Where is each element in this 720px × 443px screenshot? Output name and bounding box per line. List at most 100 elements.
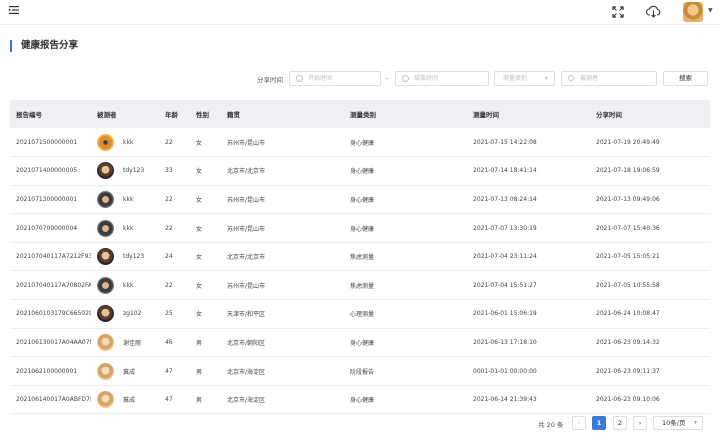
origin-cell: 北京市/海淀区 (221, 356, 344, 386)
cloud-download-icon[interactable] (646, 5, 661, 18)
subject-cell: kkk (91, 270, 159, 301)
age-cell: 46 (159, 328, 190, 358)
subject-cell: tdy123 (91, 156, 159, 186)
page-size-select[interactable]: 10条/页 ▾ (653, 416, 703, 430)
filter-bar: 分享时间 开始时间 - 结束时间 测量类别 ▾ 被测者 搜索 (0, 71, 720, 86)
measured-time-cell: 2021-07-14 18:41:14 (467, 156, 590, 186)
subject-cell: 谢佳丽 (91, 328, 159, 358)
table-row[interactable]: 2021071500000001 kkk 22 女苏州市/昆山市 身心健康 2021-07… (10, 128, 710, 158)
share-time-label: 分享时间 (257, 76, 283, 84)
gender-cell: 女 (190, 299, 221, 329)
gender-cell: 女 (190, 242, 221, 272)
subject-name: 冀成 (123, 397, 136, 405)
subject-info: 谢佳丽 (97, 333, 159, 351)
end-time-placeholder: 结束时间 (414, 75, 439, 82)
range-separator: - (386, 74, 389, 82)
table-row[interactable]: 2021060103179C665029A zg102 25 女天津市/和平区 心理测量… (10, 299, 710, 329)
total-count: 共 20 条 (538, 421, 564, 429)
avatar (97, 391, 114, 409)
measured-time-cell: 2021-07-04 15:51:27 (467, 270, 590, 301)
start-time-input[interactable]: 开始时间 (289, 71, 381, 86)
col-header: 年龄 (159, 100, 190, 128)
col-header: 测量时间 (467, 100, 590, 128)
user-menu[interactable]: ▼ (683, 2, 717, 22)
table-row[interactable]: 2021070700000004 kkk 22 女苏州市/昆山市 身心健康 2021-07… (10, 213, 710, 243)
measure-type-select[interactable]: 测量类别 ▾ (494, 71, 555, 86)
table-row[interactable]: 202106140017A0ABFD75A 冀成 47 男北京市/海淀区 身心健康 202… (10, 385, 710, 415)
origin-cell: 北京市/海淀区 (221, 385, 344, 415)
table-row[interactable]: 202106130017A04AA0790 谢佳丽 46 男北京市/朝阳区 身心健康 20… (10, 328, 710, 358)
table-row[interactable]: 2021071400000005 tdy123 33 女北京市/北京市 身心健康 2021… (10, 156, 710, 186)
age-cell: 33 (159, 156, 190, 186)
report-id-cell: 2021071300000001 (10, 185, 91, 215)
search-button[interactable]: 搜索 (663, 71, 708, 86)
age-cell: 47 (159, 356, 190, 386)
origin-cell: 北京市/朝阳区 (221, 328, 344, 358)
subject-cell: zg102 (91, 299, 159, 329)
subject-info: kkk (97, 276, 159, 294)
col-header: 分享时间 (590, 100, 710, 128)
subject-name: 冀成 (123, 368, 136, 376)
table-header-row: 报告编号 被测者 年龄 性别 籍贯 测量类别 测量时间 分享时间 (10, 100, 710, 128)
subject-info: 冀成 (97, 391, 159, 409)
top-bar: ▼ (0, 0, 720, 25)
report-id-cell: 202107040117A7212F938 (10, 242, 91, 272)
shared-time-cell: 2021-06-23 09:11:37 (590, 356, 710, 386)
subject-placeholder: 被测者 (580, 75, 599, 82)
measured-time-cell: 0001-01-01 00:00:00 (467, 356, 590, 386)
col-header: 报告编号 (10, 100, 91, 128)
subject-cell: 冀成 (91, 385, 159, 415)
shared-time-cell: 2021-07-19 20:49:49 (590, 128, 710, 158)
age-cell: 22 (159, 213, 190, 243)
report-id-cell: 2021071400000005 (10, 156, 91, 186)
subject-name: zg102 (123, 310, 142, 318)
age-cell: 22 (159, 128, 190, 158)
subject-name: kkk (123, 281, 134, 289)
report-id-cell: 2021070700000004 (10, 213, 91, 243)
measured-time-cell: 2021-07-15 14:22:08 (467, 128, 590, 158)
table-row[interactable]: 202107040117A7212F938 tdy123 24 女北京市/北京市 焦虑测… (10, 242, 710, 272)
fullscreen-icon[interactable] (612, 6, 624, 18)
table-row[interactable]: 2021062100000001 冀成 47 男北京市/海淀区 阶段报告 0001-01-… (10, 356, 710, 386)
next-page-button[interactable]: › (633, 416, 647, 430)
subject-cell: 冀成 (91, 356, 159, 386)
subject-info: 冀成 (97, 362, 159, 380)
col-header: 被测者 (91, 100, 159, 128)
avatar (97, 276, 114, 294)
chevron-down-icon[interactable]: ▼ (708, 7, 713, 14)
avatar (97, 248, 114, 266)
subject-name: kkk (123, 138, 134, 146)
report-id-cell: 2021071500000001 (10, 128, 91, 158)
shared-time-cell: 2021-07-07 15:40:36 (590, 213, 710, 243)
avatar[interactable] (683, 2, 703, 22)
page-title: 健康报告分享 (10, 40, 78, 52)
report-id-cell: 2021062100000001 (10, 356, 91, 386)
avatar (97, 190, 114, 208)
origin-cell: 北京市/北京市 (221, 156, 344, 186)
report-id-cell: 202106140017A0ABFD75A (10, 385, 91, 415)
measure-type-cell: 身心健康 (344, 213, 467, 243)
subject-cell: kkk (91, 128, 159, 158)
page-button-2[interactable]: 2 (613, 416, 627, 430)
subject-info: kkk (97, 133, 159, 151)
shared-time-cell: 2021-07-05 15:05:21 (590, 242, 710, 272)
subject-name: kkk (123, 224, 134, 232)
report-id-cell: 202106130017A04AA0790 (10, 328, 91, 358)
age-cell: 25 (159, 299, 190, 329)
chevron-down-icon: ▾ (693, 419, 697, 426)
measure-type-placeholder: 测量类别 (503, 75, 528, 82)
prev-page-button[interactable]: ‹ (572, 416, 586, 430)
table-row[interactable]: 2021071300000001 kkk 22 女苏州市/昆山市 身心健康 2021-07… (10, 185, 710, 215)
table-row[interactable]: 202107040117A70802FA9 kkk 22 女苏州市/昆山市 焦虑测量 20… (10, 270, 710, 301)
gender-cell: 男 (190, 328, 221, 358)
page-button-1[interactable]: 1 (592, 416, 606, 430)
shared-time-cell: 2021-07-13 09:49:06 (590, 185, 710, 215)
measured-time-cell: 2021-07-13 08:24:14 (467, 185, 590, 215)
subject-search-input[interactable]: 被测者 (561, 71, 657, 86)
end-time-input[interactable]: 结束时间 (395, 71, 489, 86)
col-header: 籍贯 (221, 100, 344, 128)
measured-time-cell: 2021-07-07 13:30:19 (467, 213, 590, 243)
measure-type-cell: 身心健康 (344, 128, 467, 158)
menu-toggle-icon[interactable] (9, 5, 19, 15)
gender-cell: 女 (190, 185, 221, 215)
